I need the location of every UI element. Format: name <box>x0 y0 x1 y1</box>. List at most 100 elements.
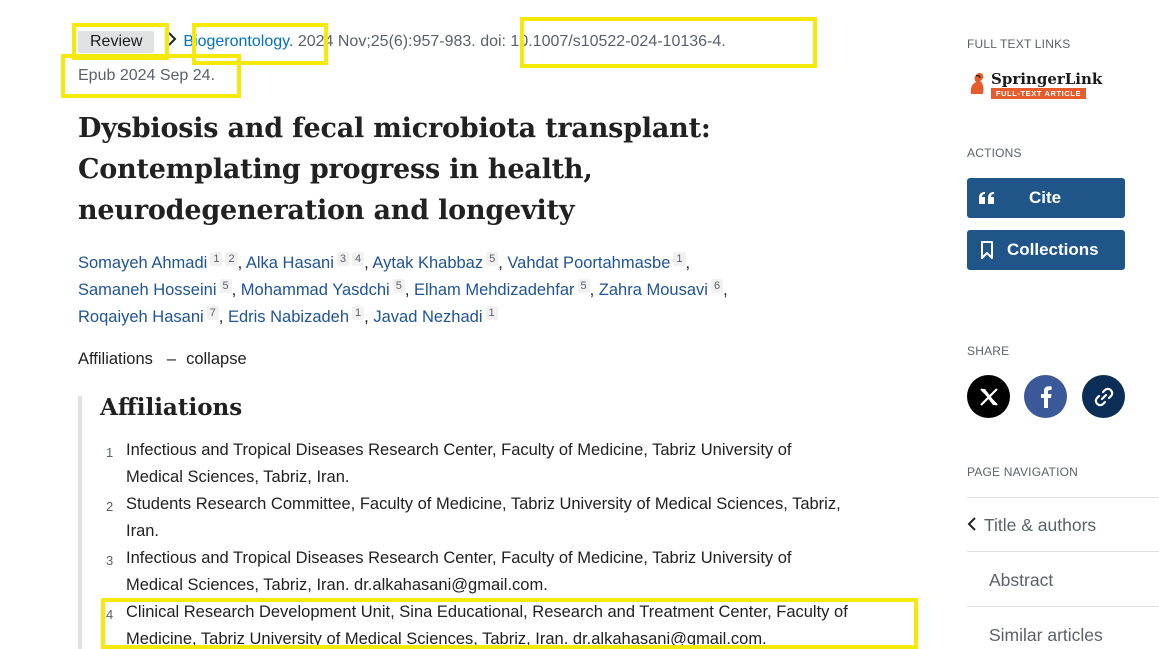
affiliation-line: Infectious and Tropical Diseases Researc… <box>126 549 792 567</box>
affiliation-item: 3 Infectious and Tropical Diseases Resear… <box>100 545 908 599</box>
journal-link[interactable]: Biogerontology. <box>183 33 293 50</box>
affiliation-ref[interactable]: 7 <box>206 305 219 320</box>
share-label: SHARE <box>967 344 1010 358</box>
collections-label: Collections <box>1007 240 1099 259</box>
affiliation-item: 1 Infectious and Tropical Diseases Resear… <box>100 437 908 491</box>
chevron-right-icon <box>167 30 177 54</box>
affiliations-section: Affiliations 1 Infectious and Tropical Di… <box>78 394 908 649</box>
affiliation-line: Medical Sciences, Tabriz, Iran. dr.alkah… <box>126 576 548 594</box>
springer-horse-icon <box>970 72 984 94</box>
author-link[interactable]: Samaneh Hosseini <box>78 281 217 299</box>
author: Roqaiyeh Hasani 7 <box>78 305 219 326</box>
author: Alka Hasani 3 4 <box>246 251 365 272</box>
nav-abstract[interactable]: Abstract <box>989 570 1053 591</box>
affiliation-ref[interactable]: 3 <box>336 251 350 266</box>
page-navigation-label: PAGE NAVIGATION <box>967 465 1079 479</box>
affiliation-number: 3 <box>106 553 114 568</box>
full-text-links-label: FULL TEXT LINKS <box>967 37 1071 51</box>
citation-line: Review Biogerontology. 2024 Nov;25(6):95… <box>78 30 726 54</box>
title-line: neurodegeneration and longevity <box>78 195 575 226</box>
affiliation-text: Clinical Research Development Unit, Sina… <box>126 599 848 649</box>
chevron-left-icon <box>967 515 976 536</box>
author-link[interactable]: Javad Nezhadi <box>373 308 482 326</box>
affiliation-line: Students Research Committee, Faculty of … <box>126 495 841 513</box>
article-title: Dysbiosis and fecal microbiota transplan… <box>78 108 798 231</box>
affiliation-ref[interactable]: 2 <box>225 251 238 266</box>
affiliation-ref[interactable]: 5 <box>219 278 232 293</box>
nav-title-authors[interactable]: Title & authors <box>967 515 1096 536</box>
author: Vahdat Poortahmasbe 1 <box>507 251 686 272</box>
author: Samaneh Hosseini 5 <box>78 278 232 299</box>
author-link[interactable]: Zahra Mousavi <box>599 281 708 299</box>
authors-list: Somayeh Ahmadi 1 2, Alka Hasani 3 4, Aytak K… <box>78 251 728 326</box>
affiliation-line: Iran. <box>126 522 160 540</box>
nav-item-label: Title & authors <box>984 515 1097 535</box>
affiliation-text: Infectious and Tropical Diseases Researc… <box>126 545 792 599</box>
affiliation-ref[interactable]: 5 <box>577 278 590 293</box>
author: Elham Mehdizadehfar 5 <box>414 278 590 299</box>
affiliation-item: 2 Students Research Committee, Faculty of… <box>100 491 908 545</box>
affiliation-ref[interactable]: 1 <box>673 251 686 266</box>
affiliation-line: Medical Sciences, Tabriz, Iran. <box>126 468 350 486</box>
author: Edris Nabizadeh 1 <box>228 305 365 326</box>
affiliation-number: 1 <box>106 445 114 460</box>
nav-divider <box>967 606 1159 607</box>
affiliation-ref[interactable]: 5 <box>486 251 499 266</box>
collections-button[interactable]: Collections <box>967 230 1125 270</box>
affiliation-ref[interactable]: 4 <box>352 251 365 266</box>
affiliations-toggle-label: Affiliations <box>78 350 153 368</box>
share-facebook-button[interactable] <box>1024 375 1067 418</box>
author-link[interactable]: Somayeh Ahmadi <box>78 254 207 272</box>
author: Aytak Khabbaz 5 <box>372 251 499 272</box>
review-badge[interactable]: Review <box>78 31 155 53</box>
author: Mohammad Yasdchi 5 <box>241 278 405 299</box>
share-link-button[interactable] <box>1082 375 1125 418</box>
affiliation-text: Students Research Committee, Faculty of … <box>126 491 841 545</box>
cite-button[interactable]: Cite <box>967 178 1125 218</box>
affiliation-number: 2 <box>106 499 114 514</box>
affiliation-line: Medicine, Tabriz University of Medical S… <box>126 630 767 648</box>
springer-logo-text: SpringerLink <box>991 70 1103 88</box>
toggle-dash: – <box>166 350 177 368</box>
affiliation-line: Infectious and Tropical Diseases Researc… <box>126 441 792 459</box>
nav-divider <box>967 551 1159 552</box>
affiliations-toggle[interactable]: Affiliations – collapse <box>78 347 247 371</box>
author-link[interactable]: Mohammad Yasdchi <box>241 281 390 299</box>
nav-similar-articles[interactable]: Similar articles <box>989 625 1103 646</box>
citation-details: 2024 Nov;25(6):957-983. <box>297 33 476 50</box>
link-icon <box>1094 387 1113 406</box>
affiliation-text: Infectious and Tropical Diseases Researc… <box>126 437 792 491</box>
quote-icon <box>967 191 1007 205</box>
affiliations-heading: Affiliations <box>100 394 243 421</box>
author-link[interactable]: Elham Mehdizadehfar <box>414 281 575 299</box>
actions-label: ACTIONS <box>967 146 1022 160</box>
author-link[interactable]: Vahdat Poortahmasbe <box>507 254 670 272</box>
epub-date: Epub 2024 Sep 24. <box>78 67 216 84</box>
affiliation-item: 4 Clinical Research Development Unit, Sin… <box>100 599 908 649</box>
x-logo-icon <box>979 387 998 406</box>
affiliations-list: 1 Infectious and Tropical Diseases Resear… <box>100 437 908 649</box>
affiliation-ref[interactable]: 1 <box>485 305 498 320</box>
affiliation-ref[interactable]: 6 <box>710 278 724 293</box>
affiliation-number: 4 <box>106 607 114 622</box>
cite-label: Cite <box>1029 188 1062 207</box>
affiliation-line: Clinical Research Development Unit, Sina… <box>126 603 848 621</box>
title-line: Contemplating progress in health, <box>78 154 593 185</box>
author-link[interactable]: Alka Hasani <box>246 254 334 272</box>
facebook-icon <box>1040 385 1052 408</box>
springerlink-logo[interactable]: SpringerLink FULL-TEXT ARTICLE <box>967 68 1102 100</box>
collapse-link[interactable]: collapse <box>186 350 247 368</box>
author-link[interactable]: Edris Nabizadeh <box>228 308 349 326</box>
author-link[interactable]: Roqaiyeh Hasani <box>78 308 204 326</box>
nav-divider <box>967 497 1159 498</box>
author: Javad Nezhadi 1 <box>373 305 498 326</box>
author-link[interactable]: Aytak Khabbaz <box>372 254 483 272</box>
bookmark-icon <box>967 241 1007 259</box>
affiliation-ref[interactable]: 1 <box>352 305 365 320</box>
doi-text[interactable]: doi: 10.1007/s10522-024-10136-4. <box>480 33 726 50</box>
affiliation-ref[interactable]: 1 <box>210 251 223 266</box>
springer-fulltext-tag: FULL-TEXT ARTICLE <box>991 88 1086 99</box>
share-x-button[interactable] <box>967 375 1010 418</box>
author: Zahra Mousavi 6 <box>599 278 724 299</box>
affiliation-ref[interactable]: 5 <box>392 278 405 293</box>
